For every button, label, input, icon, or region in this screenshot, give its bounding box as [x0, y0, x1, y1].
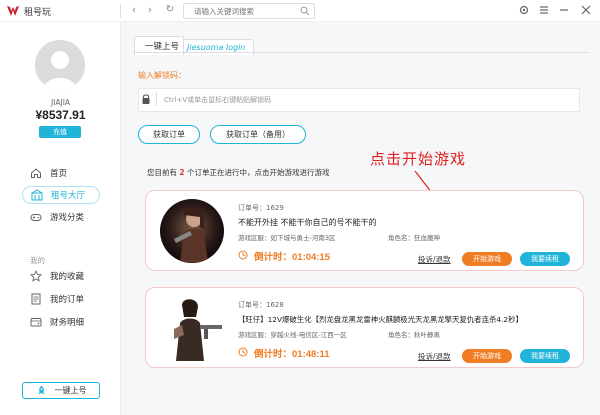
app-logo-icon: [7, 6, 19, 16]
sidebar-item-label: 财务明细: [50, 318, 85, 328]
sidebar-item-favorites[interactable]: 我的收藏: [22, 267, 100, 285]
section-label-mine: 我的: [30, 256, 45, 265]
refresh-icon[interactable]: ↻: [164, 4, 176, 15]
minimize-icon[interactable]: [558, 4, 570, 16]
game-character-icon: [160, 295, 226, 361]
divider: [156, 92, 157, 106]
avatar[interactable]: [35, 40, 85, 90]
search-input[interactable]: [183, 3, 315, 19]
sidebar-item-orders[interactable]: 我的订单: [22, 290, 100, 308]
sidebar-item-home[interactable]: 首页: [22, 164, 100, 182]
sidebar-item-label: 首页: [50, 169, 68, 179]
order-title: 不能开外挂 不能干你自己的号不能干的: [238, 218, 377, 227]
order-region: 游戏区服：如下城与勇士-河南3区: [238, 234, 336, 242]
order-card: 订单号：1629 不能开外挂 不能干你自己的号不能干的 游戏区服：如下城与勇士-…: [145, 190, 584, 271]
close-icon[interactable]: [580, 4, 592, 16]
get-order-button[interactable]: 获取订单: [138, 125, 200, 144]
game-image: [160, 295, 226, 361]
rocket-icon: [37, 385, 45, 395]
quick-login-button[interactable]: 一键上号: [22, 382, 100, 399]
menu-icon[interactable]: [538, 4, 550, 16]
forward-icon[interactable]: ›: [144, 3, 156, 16]
order-number: 订单号：1629: [238, 204, 284, 212]
unlock-code-placeholder: Ctrl+V或单击鼠标右键粘贴解锁码: [164, 96, 272, 104]
lock-icon: [142, 94, 150, 104]
quick-login-label: 一键上号: [54, 386, 87, 395]
complain-refund-link[interactable]: 投诉/退款: [418, 254, 451, 265]
order-number: 订单号：1628: [238, 301, 284, 309]
renew-button[interactable]: 我要续租: [520, 252, 570, 266]
countdown: 倒计时：01:48:11: [254, 349, 330, 360]
back-icon[interactable]: ‹: [128, 3, 140, 16]
sidebar-item-label: 我的订单: [50, 295, 85, 305]
sidebar-item-label: 租号大厅: [51, 191, 86, 201]
annotation-text: 点击开始游戏: [370, 150, 467, 168]
sidebar-item-hall[interactable]: 租号大厅: [22, 186, 100, 204]
notice-suffix: 个订单正在进行中，点击开始游戏进行游戏: [187, 168, 330, 177]
clock-icon: [238, 347, 248, 357]
order-role: 角色名：狂血魔神: [388, 234, 440, 242]
order-role: 角色名：秋叶静离: [388, 331, 440, 339]
balance: ¥8537.91: [35, 108, 86, 122]
title-bar: 租号玩 ‹ › ↻: [0, 0, 600, 22]
game-character-icon: [160, 199, 224, 263]
main-panel: 一键上号 Jiesuoma login 输入解锁码： Ctrl+V或单击鼠标右键…: [121, 22, 600, 415]
countdown: 倒计时：01:04:15: [254, 252, 331, 263]
finance-icon: [30, 318, 42, 327]
renew-button[interactable]: 我要续租: [520, 349, 570, 363]
sidebar-item-finance[interactable]: 财务明细: [22, 313, 100, 331]
gamepad-icon: [30, 214, 42, 221]
settings-icon[interactable]: [518, 4, 530, 16]
star-icon: [30, 270, 42, 282]
unlock-code-label: 输入解锁码：: [138, 71, 186, 80]
user-avatar-icon: [35, 40, 85, 90]
order-icon: [31, 293, 41, 305]
start-game-button[interactable]: 开始游戏: [462, 349, 512, 363]
start-game-button[interactable]: 开始游戏: [462, 252, 512, 266]
notice-count: 2: [179, 168, 185, 177]
sidebar-item-label: 游戏分类: [50, 213, 85, 223]
hall-icon: [31, 189, 43, 201]
sidebar: JIAJIA ¥8537.91 充值 首页 租号大厅 游戏分类 我的 我的收藏: [0, 22, 121, 415]
complain-refund-link[interactable]: 投诉/退款: [418, 351, 451, 362]
order-title: 【旺仔】12V爆破生化【烈龙盘龙黑龙雷神火麒麟极光天龙黑龙擎天复仇者连杀4.2秒…: [238, 315, 523, 324]
divider: [134, 52, 589, 53]
sidebar-item-categories[interactable]: 游戏分类: [22, 208, 100, 226]
divider: [120, 4, 121, 18]
recharge-button[interactable]: 充值: [39, 126, 81, 138]
clock-icon: [238, 250, 248, 260]
order-card: 订单号：1628 【旺仔】12V爆破生化【烈龙盘龙黑龙雷神火麒麟极光天龙黑龙擎天…: [145, 287, 584, 368]
username: JIAJIA: [50, 98, 71, 107]
search-icon[interactable]: [300, 6, 310, 16]
get-order-backup-button[interactable]: 获取订单（备用）: [210, 125, 306, 144]
sidebar-item-label: 我的收藏: [50, 272, 85, 282]
order-notice: 您目前有 2 个订单正在进行中，点击开始游戏进行游戏: [147, 167, 330, 178]
app-name: 租号玩: [24, 8, 52, 18]
notice-prefix: 您目前有: [147, 168, 177, 177]
order-region: 游戏区服：穿越火线-电信区-江西一区: [238, 331, 347, 339]
game-image: [160, 199, 224, 263]
home-icon: [31, 168, 41, 178]
